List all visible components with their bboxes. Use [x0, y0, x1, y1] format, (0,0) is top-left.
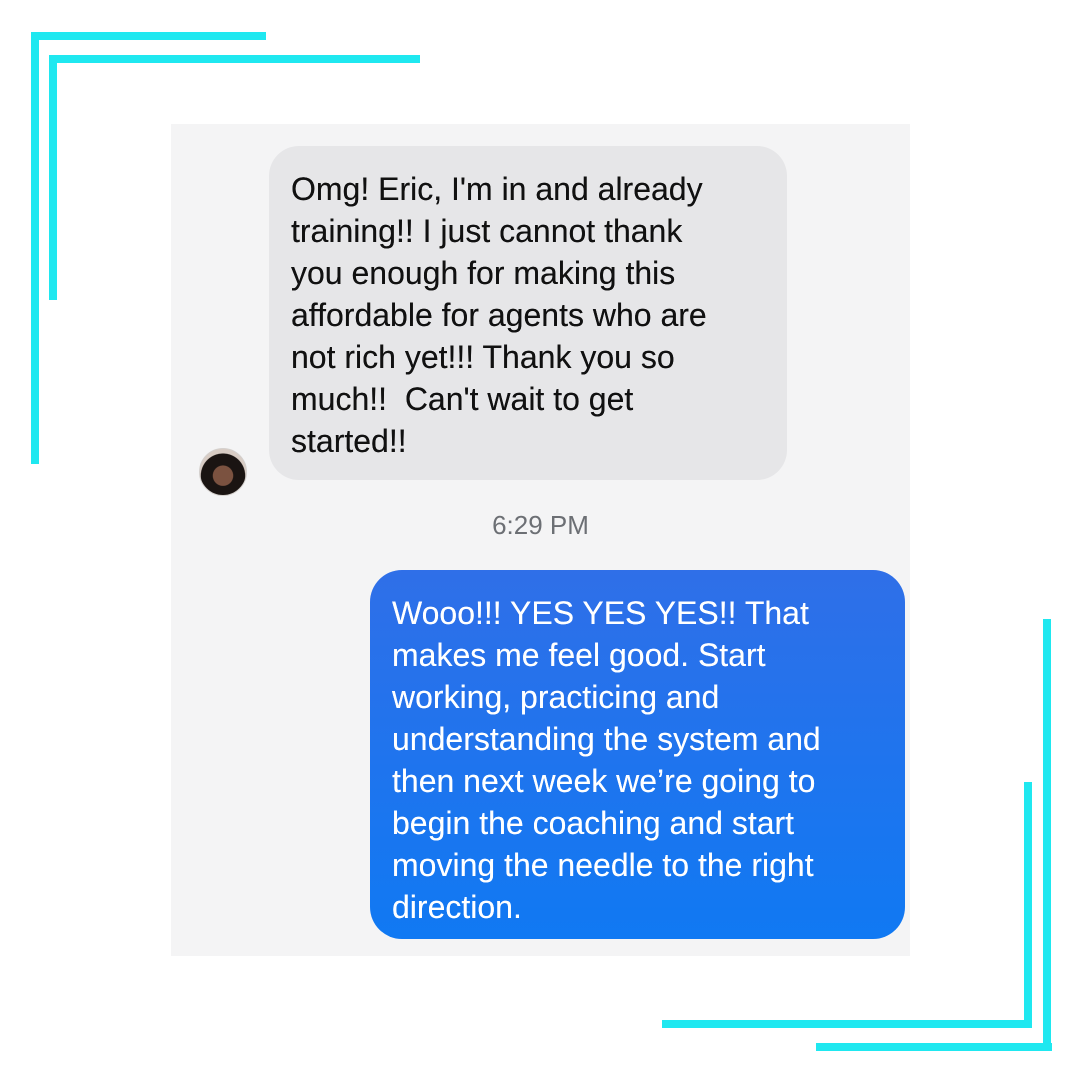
bottom-right-accent-line-4 — [1043, 619, 1051, 1051]
avatar — [199, 448, 247, 496]
testimonial-frame: Omg! Eric, I'm in and already training!!… — [0, 0, 1080, 1080]
incoming-message-row: Omg! Eric, I'm in and already training!!… — [171, 146, 910, 496]
top-left-accent-line-1 — [31, 32, 266, 40]
message-timestamp: 6:29 PM — [492, 510, 589, 540]
message-thread-screenshot: Omg! Eric, I'm in and already training!!… — [171, 124, 910, 956]
top-left-accent-line-3 — [49, 55, 420, 63]
outgoing-message-bubble: Wooo!!! YES YES YES!! That makes me feel… — [370, 570, 905, 939]
top-left-accent-line-2 — [31, 32, 39, 464]
bottom-right-accent-line-2 — [1024, 782, 1032, 1028]
incoming-message-bubble: Omg! Eric, I'm in and already training!!… — [269, 146, 787, 480]
bottom-right-accent-line-1 — [662, 1020, 1032, 1028]
top-left-accent-line-4 — [49, 55, 57, 300]
bottom-right-accent-line-3 — [816, 1043, 1052, 1051]
